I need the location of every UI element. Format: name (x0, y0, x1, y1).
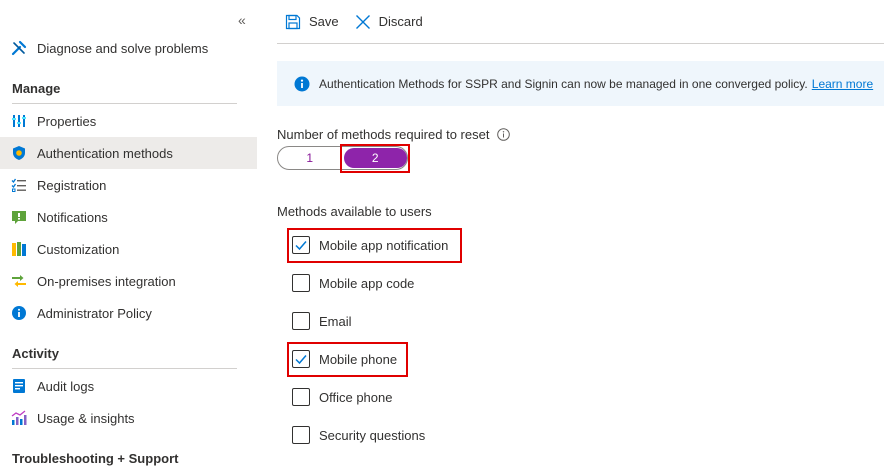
properties-icon (11, 113, 27, 129)
shield-icon (11, 145, 27, 161)
discard-button[interactable]: Discard (355, 14, 423, 30)
sidebar-item-label: Usage & insights (37, 410, 135, 426)
sidebar-item-on-premises-integration[interactable]: On-premises integration (0, 265, 257, 297)
methods-required-text: Number of methods required to reset (277, 127, 490, 142)
info-icon (11, 305, 27, 321)
checkbox-label: Email (319, 313, 352, 329)
sidebar-item-label: Notifications (37, 209, 108, 225)
checkbox-label: Mobile app notification (319, 237, 449, 253)
option-1[interactable]: 1 (278, 148, 342, 168)
sidebar-item-administrator-policy[interactable]: Administrator Policy (0, 297, 257, 329)
insights-icon (11, 410, 27, 426)
sidebar-item-usage-insights[interactable]: Usage & insights (0, 402, 257, 434)
checkbox-checked[interactable] (292, 350, 310, 368)
section-activity: Activity (12, 346, 59, 361)
sidebar-item-diagnose[interactable]: Diagnose and solve problems (0, 32, 257, 64)
sidebar-item-customization[interactable]: Customization (0, 233, 257, 265)
checkbox-unchecked[interactable] (292, 426, 310, 444)
methods-required-toggle: 1 2 (277, 146, 408, 170)
sidebar-item-properties[interactable]: Properties (0, 105, 257, 137)
checkbox-mobile-app-notification[interactable]: Mobile app notification (292, 235, 448, 255)
audit-log-icon (11, 378, 27, 394)
info-tooltip-icon[interactable] (497, 128, 511, 141)
checkbox-label: Mobile phone (319, 351, 398, 367)
methods-available-label: Methods available to users (277, 204, 432, 219)
option-2[interactable]: 2 (343, 148, 407, 168)
sync-icon (11, 273, 27, 289)
checkbox-unchecked[interactable] (292, 388, 310, 406)
section-manage: Manage (12, 81, 61, 96)
checkbox-mobile-app-code[interactable]: Mobile app code (292, 273, 414, 293)
checkmark-icon (295, 241, 307, 251)
sidebar-item-audit-logs[interactable]: Audit logs (0, 370, 257, 402)
checkbox-unchecked[interactable] (292, 274, 310, 292)
sidebar-item-label: Administrator Policy (37, 305, 152, 321)
sidebar-item-label: Registration (37, 177, 107, 193)
divider (12, 368, 237, 369)
sidebar-item-notifications[interactable]: Notifications (0, 201, 257, 233)
close-icon (355, 14, 370, 29)
checkmark-icon (295, 355, 307, 365)
checkbox-email[interactable]: Email (292, 311, 352, 331)
sidebar-item-registration[interactable]: Registration (0, 169, 257, 201)
checkbox-office-phone[interactable]: Office phone (292, 387, 392, 407)
section-troubleshooting: Troubleshooting + Support (12, 451, 179, 466)
command-bar: Save Discard (277, 0, 884, 44)
checkbox-mobile-phone[interactable]: Mobile phone (292, 349, 397, 369)
info-icon (294, 76, 310, 91)
methods-required-label: Number of methods required to reset (277, 127, 511, 142)
discard-label: Discard (378, 14, 423, 29)
sidebar-item-label: Properties (37, 113, 97, 129)
sidebar-item-label: Audit logs (37, 378, 95, 394)
notification-icon (11, 209, 27, 225)
banner-text: Authentication Methods for SSPR and Sign… (319, 76, 808, 91)
checkbox-label: Security questions (319, 427, 426, 443)
sidebar-item-label: On-premises integration (37, 273, 176, 289)
sidebar: « Diagnose and solve problems Manage Pro… (0, 0, 258, 472)
checklist-icon (11, 177, 27, 193)
info-banner: Authentication Methods for SSPR and Sign… (277, 61, 884, 106)
checkbox-checked[interactable] (292, 236, 310, 254)
checkbox-unchecked[interactable] (292, 312, 310, 330)
collapse-sidebar-icon[interactable]: « (238, 12, 246, 28)
sidebar-item-label: Customization (37, 241, 120, 257)
checkbox-label: Mobile app code (319, 275, 415, 291)
checkbox-security-questions[interactable]: Security questions (292, 425, 425, 445)
sidebar-item-label: Authentication methods (37, 145, 173, 161)
save-label: Save (309, 14, 339, 29)
sidebar-item-authentication-methods[interactable]: Authentication methods (0, 137, 257, 169)
checkbox-label: Office phone (319, 389, 393, 405)
save-button[interactable]: Save (285, 14, 339, 30)
save-icon (285, 14, 301, 29)
customization-icon (11, 241, 27, 257)
learn-more-link[interactable]: Learn more (812, 77, 873, 91)
wrench-icon (11, 40, 27, 56)
sidebar-item-label: Diagnose and solve problems (37, 40, 209, 56)
divider (12, 103, 237, 104)
